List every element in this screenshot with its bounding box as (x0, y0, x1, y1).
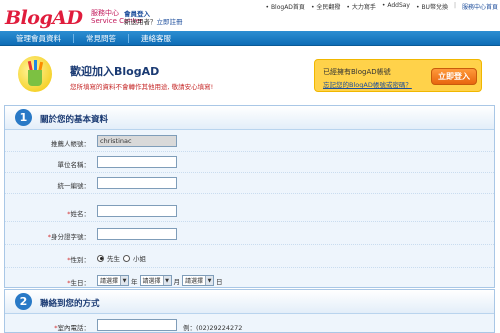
tax-id-input[interactable] (97, 177, 177, 189)
id-number-label: *身分證字號： (47, 233, 90, 241)
birthday-label: *生日： (67, 279, 90, 287)
gender-male-radio[interactable] (97, 254, 104, 262)
referrer-label: 推薦人帳號： (51, 140, 90, 148)
gender-male-label: 先生 (107, 255, 120, 263)
top-navigation: • BlogAD首頁 • 全民翻撥 • 大力寫手 • AddSay • BU幣兌… (265, 2, 498, 11)
tax-id-row: 統一編號： (5, 174, 494, 194)
login-now-button[interactable]: 立即登入 (431, 68, 477, 85)
phone-label: *室內電話： (54, 324, 90, 332)
topnav-quanmin[interactable]: • 全民翻撥 (311, 2, 340, 11)
register-link[interactable]: 立即註冊 (157, 18, 183, 26)
year-label: 年 (131, 277, 138, 286)
topnav-bu-exchange[interactable]: • BU幣兌換 (416, 2, 448, 11)
company-input[interactable] (97, 156, 177, 168)
company-label: 單位名稱： (57, 161, 91, 169)
blogad-logo[interactable]: BlogAD (5, 7, 83, 29)
section-header: 2 聯絡到您的方式 (5, 290, 494, 314)
referrer-input (97, 135, 177, 147)
pencil-cup-icon (18, 56, 52, 92)
topnav-addsay[interactable]: • AddSay (382, 2, 410, 11)
topnav-service-center-home[interactable]: 服務中心首頁 (462, 2, 498, 11)
member-login-link[interactable]: 會員登入 (124, 10, 183, 18)
step-number-icon: 1 (15, 109, 32, 126)
birthday-row: *生日： 請選擇 ▼ 年 請選擇 ▼ 月 請選擇 ▼ 日 (5, 271, 494, 291)
welcome-title: 歡迎加入BlogAD (70, 65, 160, 78)
have-account-label: 已經擁有BlogAD帳號 (323, 68, 391, 76)
company-row: 單位名稱： (5, 153, 494, 173)
member-login-area: 會員登入 新送用者？立即註冊 (124, 10, 183, 26)
nav-contact-support[interactable]: 連絡客服 (129, 34, 183, 43)
day-label: 日 (216, 277, 223, 286)
basic-info-section: 1 關於您的基本資料 推薦人帳號： 單位名稱： 統一編號： *姓名： *身分證字… (4, 105, 495, 288)
gender-options: 先生 小姐 (97, 253, 146, 263)
phone-row: *室內電話： 例：(02)29224272 (5, 316, 494, 333)
existing-account-box: 已經擁有BlogAD帳號 忘記您的BlogAD帳號或密碼？ 立即登入 (314, 59, 482, 92)
birth-month-select[interactable]: 請選擇 ▼ (139, 275, 172, 286)
topnav-divider: | (453, 2, 456, 9)
name-input[interactable] (97, 205, 177, 217)
nav-faq[interactable]: 常見問答 (74, 33, 129, 43)
gender-female-label: 小姐 (133, 255, 146, 263)
birthday-selects: 請選擇 ▼ 年 請選擇 ▼ 月 請選擇 ▼ 日 (97, 275, 223, 286)
chevron-down-icon: ▼ (205, 276, 214, 285)
birth-day-select[interactable]: 請選擇 ▼ (182, 275, 215, 286)
phone-input[interactable] (97, 319, 177, 331)
section-title: 聯絡到您的方式 (40, 299, 100, 309)
phone-example: 例：(02)29224272 (183, 324, 243, 332)
gender-female-radio[interactable] (123, 254, 130, 262)
gender-row: *性別： 先生 小姐 (5, 248, 494, 268)
section-title: 關於您的基本資料 (40, 115, 109, 125)
gender-label: *性別： (67, 256, 90, 264)
main-nav-bar: 管理會員資料 常見問答 連絡客服 (0, 31, 500, 46)
name-label: *姓名： (67, 210, 90, 218)
id-number-row: *身分證字號： (5, 225, 494, 245)
id-number-input[interactable] (97, 228, 177, 240)
nav-manage-member[interactable]: 管理會員資料 (0, 33, 74, 43)
chevron-down-icon: ▼ (120, 276, 129, 285)
welcome-subtitle: 您所填寫的資料不會轉作其他用途, 敬請安心填寫! (70, 83, 214, 91)
birth-year-select[interactable]: 請選擇 ▼ (97, 275, 130, 286)
referrer-row: 推薦人帳號： (5, 132, 494, 152)
section-header: 1 關於您的基本資料 (5, 106, 494, 130)
new-user-label: 新送用者？ (124, 18, 157, 26)
contact-info-section: 2 聯絡到您的方式 *室內電話： 例：(02)29224272 (4, 289, 495, 333)
chevron-down-icon: ▼ (162, 276, 171, 285)
forgot-password-link[interactable]: 忘記您的BlogAD帳號或密碼？ (323, 79, 412, 89)
tax-id-label: 統一編號： (57, 182, 91, 190)
name-row: *姓名： (5, 202, 494, 222)
topnav-dali[interactable]: • 大力寫手 (346, 2, 375, 11)
step-number-icon: 2 (15, 293, 32, 310)
month-label: 月 (173, 277, 181, 286)
topnav-blogad-home[interactable]: • BlogAD首頁 (265, 2, 304, 11)
